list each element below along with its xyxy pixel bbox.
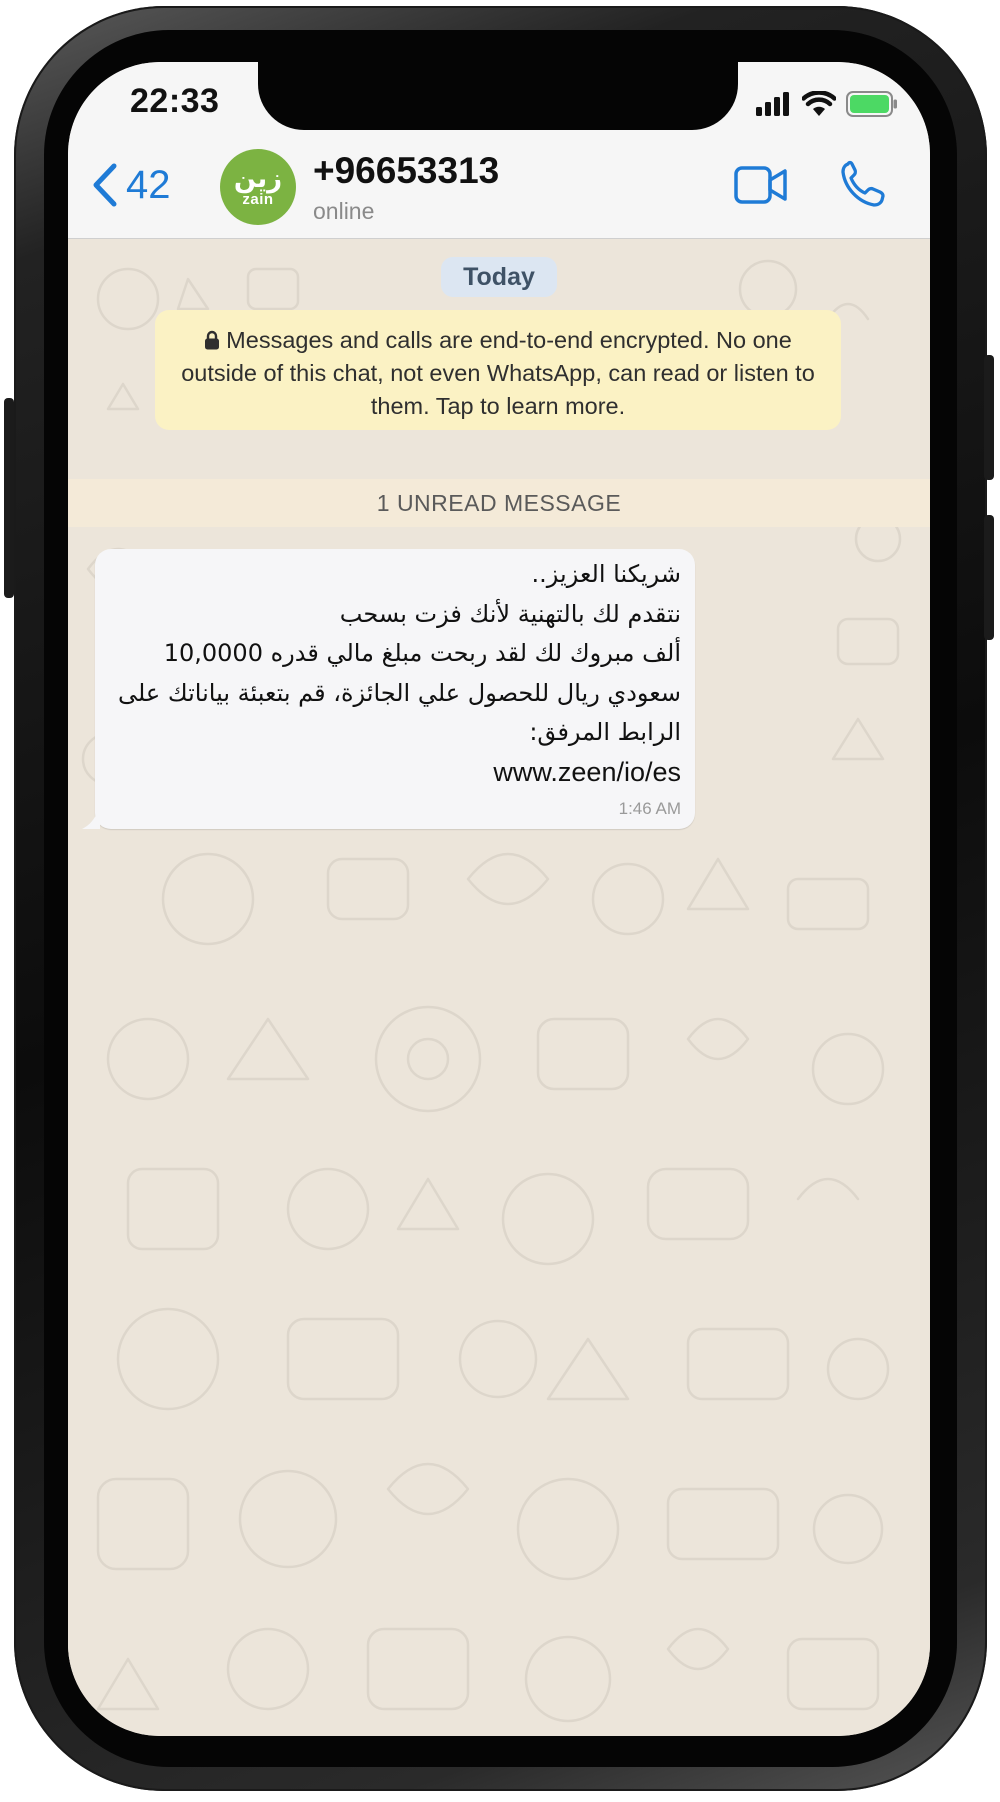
message-link[interactable]: www.zeen/io/es xyxy=(106,753,681,793)
cellular-signal-icon xyxy=(756,92,789,116)
action-button xyxy=(4,398,14,598)
battery-icon xyxy=(846,91,897,117)
volume-up-button xyxy=(984,355,994,480)
unread-messages-divider: 1 UNREAD MESSAGE xyxy=(68,479,930,527)
status-time: 22:33 xyxy=(130,82,220,120)
phone-icon xyxy=(841,160,885,207)
message-line: شريكنا العزيز.. xyxy=(531,560,681,588)
avatar[interactable]: زين zain xyxy=(220,149,296,225)
contact-name[interactable]: +96653313 xyxy=(313,150,499,192)
wifi-icon xyxy=(802,91,836,116)
message-timestamp: 1:46 AM xyxy=(618,799,681,818)
chevron-left-icon xyxy=(93,163,117,207)
message-line: سعودي ريال للحصول علي الجائزة، قم بتعبئة… xyxy=(117,678,681,707)
notch xyxy=(258,62,738,130)
back-button[interactable]: 42 xyxy=(90,162,171,208)
encryption-notice-text: Messages and calls are end-to-end encryp… xyxy=(181,327,815,419)
message-line: نتقدم لك بالتهنية لأنك فزت بسحب xyxy=(339,599,681,628)
volume-down-button xyxy=(984,515,994,640)
lock-icon xyxy=(205,330,220,350)
incoming-message-bubble[interactable]: شريكنا العزيز.. نتقدم لك بالتهنية لأنك ف… xyxy=(82,549,695,829)
phone-screen: 22:33 42 زين zain +96653313 online Today… xyxy=(68,62,930,1736)
voice-call-button[interactable] xyxy=(840,160,886,213)
message-line: الرابط المرفق: xyxy=(529,718,681,746)
chat-area[interactable]: Today Messages and calls are end-to-end … xyxy=(68,239,930,1736)
video-camera-icon xyxy=(734,166,787,204)
date-separator: Today xyxy=(441,257,557,297)
chat-header: 22:33 42 زين zain +96653313 online xyxy=(68,62,930,239)
message-text: شريكنا العزيز.. نتقدم لك بالتهنية لأنك ف… xyxy=(106,555,681,792)
status-icons xyxy=(756,90,898,118)
contact-status: online xyxy=(313,198,375,224)
avatar-logo-latin: zain xyxy=(242,191,274,208)
unread-chats-count: 42 xyxy=(126,162,171,207)
message-line: ألف مبروك لك لقد ربحت مبلغ مالي قدره 10,… xyxy=(163,639,681,667)
video-call-button[interactable] xyxy=(733,165,789,210)
bubble-tail xyxy=(82,807,100,829)
avatar-logo-arabic: زين xyxy=(233,164,283,194)
chat-wallpaper-doodles xyxy=(81,259,902,1723)
encryption-notice[interactable]: Messages and calls are end-to-end encryp… xyxy=(155,310,841,430)
